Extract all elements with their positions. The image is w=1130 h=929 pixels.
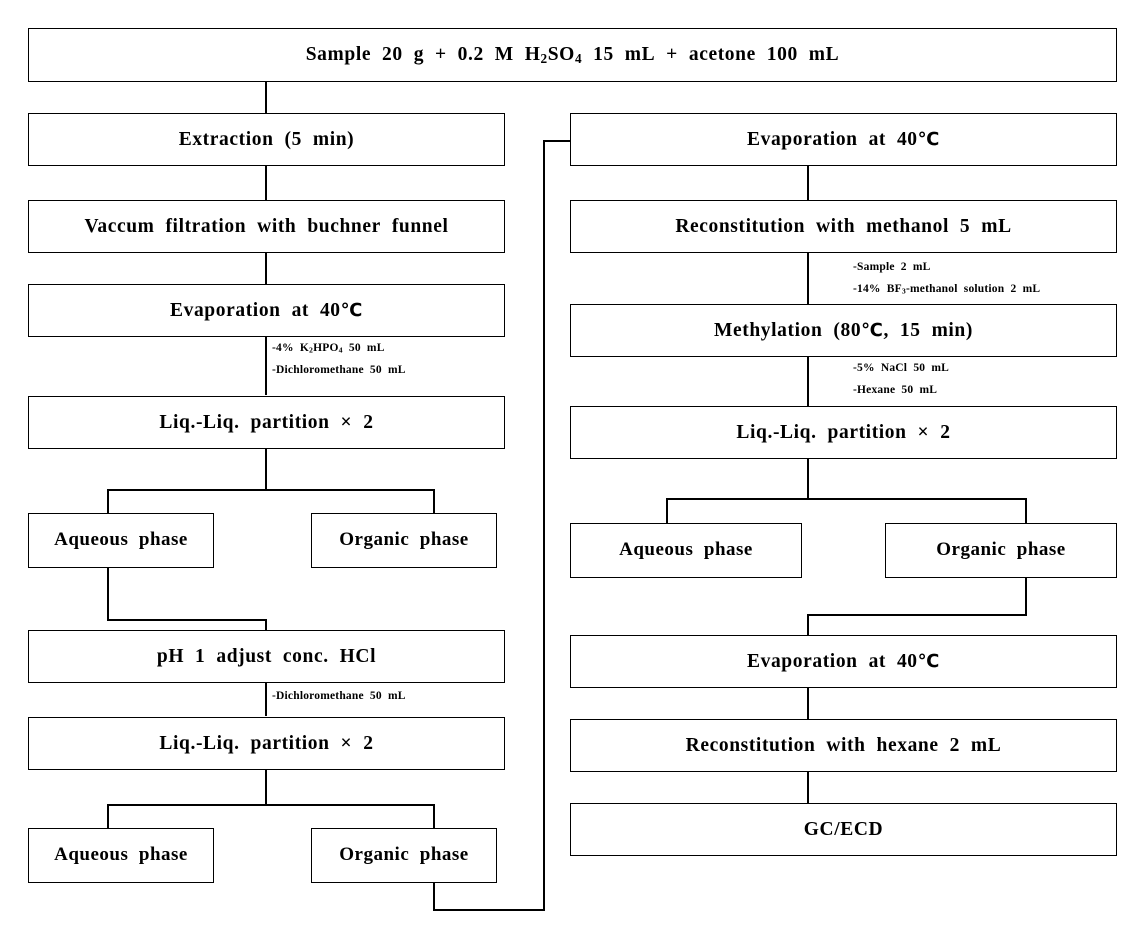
connector-recon-hexane-to-gcecd xyxy=(807,772,809,803)
box-liq-liq-partition-3-label: Liq.-Liq. partition × 2 xyxy=(736,421,951,443)
flowchart-canvas: Sample 20 g + 0.2 M H2SO4 15 mL + aceton… xyxy=(0,0,1130,929)
box-methylation: Methylation (80℃, 15 min) xyxy=(570,304,1117,357)
connector-partition3-split-bar xyxy=(666,498,1026,500)
connector-partition3-stem xyxy=(807,459,809,499)
box-ph-adjust: pH 1 adjust conc. HCl xyxy=(28,630,505,683)
connector-sample-to-extraction xyxy=(265,82,267,113)
note-k2hpo4-line1: -4% K2HPO4 50 mL xyxy=(272,342,385,355)
note-methylation-line2: -14% BF3-methanol solution 2 mL xyxy=(853,283,1041,296)
box-sample: Sample 20 g + 0.2 M H2SO4 15 mL + aceton… xyxy=(28,28,1117,82)
box-evaporation-right-2-label: Evaporation at 40℃ xyxy=(747,650,940,672)
connector-revap1-to-recon xyxy=(807,166,809,200)
connector-partition3-to-organic xyxy=(1025,498,1027,523)
connector-partition1-to-aqueous xyxy=(107,489,109,513)
box-aqueous-phase-2-label: Aqueous phase xyxy=(54,844,188,866)
box-evaporation-right-1: Evaporation at 40℃ xyxy=(570,113,1117,166)
box-reconstitution-hexane-label: Reconstitution with hexane 2 mL xyxy=(685,734,1002,756)
box-evaporation-right-2: Evaporation at 40℃ xyxy=(570,635,1117,688)
connector-methylation-to-partition3 xyxy=(807,357,809,406)
box-gc-ecd: GC/ECD xyxy=(570,803,1117,856)
box-reconstitution-methanol: Reconstitution with methanol 5 mL xyxy=(570,200,1117,253)
connector-aqueous1-down xyxy=(107,568,109,620)
connector-filtration-to-evaporation xyxy=(265,253,267,284)
box-ph-adjust-label: pH 1 adjust conc. HCl xyxy=(156,645,377,667)
connector-extraction-to-filtration xyxy=(265,166,267,200)
box-liq-liq-partition-2: Liq.-Liq. partition × 2 xyxy=(28,717,505,770)
connector-ph-to-partition2 xyxy=(265,683,267,716)
box-evaporation-left-label: Evaporation at 40℃ xyxy=(170,299,363,321)
box-evaporation-left: Evaporation at 40℃ xyxy=(28,284,505,337)
note-dichloromethane: -Dichloromethane 50 mL xyxy=(272,690,406,702)
box-organic-phase-2: Organic phase xyxy=(311,828,497,883)
note-k2hpo4-line2: -Dichloromethane 50 mL xyxy=(272,364,406,376)
connector-riser-to-right-column xyxy=(543,140,545,910)
box-gc-ecd-label: GC/ECD xyxy=(803,818,884,840)
box-extraction-label: Extraction (5 min) xyxy=(178,128,355,150)
connector-recon-to-methylation xyxy=(807,253,809,305)
connector-organic2-right xyxy=(433,909,545,911)
connector-to-evaporation-r2 xyxy=(807,614,809,635)
box-organic-phase-3-label: Organic phase xyxy=(936,539,1066,561)
note-methylation-line1: -Sample 2 mL xyxy=(853,261,931,273)
box-organic-phase-2-label: Organic phase xyxy=(339,844,469,866)
connector-partition1-to-organic xyxy=(433,489,435,513)
connector-partition2-split-bar xyxy=(107,804,434,806)
note-nacl-line2: -Hexane 50 mL xyxy=(853,384,938,396)
connector-partition2-stem xyxy=(265,770,267,805)
box-organic-phase-1-label: Organic phase xyxy=(339,529,469,551)
box-liq-liq-partition-3: Liq.-Liq. partition × 2 xyxy=(570,406,1117,459)
box-methylation-label: Methylation (80℃, 15 min) xyxy=(714,319,973,341)
box-aqueous-phase-1: Aqueous phase xyxy=(28,513,214,568)
box-aqueous-phase-1-label: Aqueous phase xyxy=(54,529,188,551)
box-liq-liq-partition-1-label: Liq.-Liq. partition × 2 xyxy=(159,411,374,433)
box-aqueous-phase-2: Aqueous phase xyxy=(28,828,214,883)
box-organic-phase-3: Organic phase xyxy=(885,523,1117,578)
box-vacuum-filtration: Vaccum filtration with buchner funnel xyxy=(28,200,505,253)
box-aqueous-phase-3: Aqueous phase xyxy=(570,523,802,578)
connector-evaporation-to-partition1 xyxy=(265,337,267,395)
connector-organic3-left xyxy=(807,614,1027,616)
connector-partition3-to-aqueous xyxy=(666,498,668,523)
connector-riser-into-evaporation xyxy=(543,140,571,142)
box-vacuum-filtration-label: Vaccum filtration with buchner funnel xyxy=(84,215,449,237)
connector-aqueous1-right xyxy=(107,619,267,621)
connector-partition1-stem xyxy=(265,449,267,489)
connector-organic2-down xyxy=(433,881,435,910)
connector-partition2-to-organic xyxy=(433,804,435,829)
note-nacl-line1: -5% NaCl 50 mL xyxy=(853,362,950,374)
connector-organic3-down xyxy=(1025,578,1027,615)
box-liq-liq-partition-1: Liq.-Liq. partition × 2 xyxy=(28,396,505,449)
connector-partition1-split-bar xyxy=(107,489,434,491)
connector-evap2-to-recon-hexane xyxy=(807,688,809,719)
box-evaporation-right-1-label: Evaporation at 40℃ xyxy=(747,128,940,150)
box-extraction: Extraction (5 min) xyxy=(28,113,505,166)
box-liq-liq-partition-2-label: Liq.-Liq. partition × 2 xyxy=(159,732,374,754)
box-aqueous-phase-3-label: Aqueous phase xyxy=(619,539,753,561)
box-sample-label: Sample 20 g + 0.2 M H2SO4 15 mL + aceton… xyxy=(305,43,840,66)
box-reconstitution-methanol-label: Reconstitution with methanol 5 mL xyxy=(675,215,1012,237)
box-organic-phase-1: Organic phase xyxy=(311,513,497,568)
box-reconstitution-hexane: Reconstitution with hexane 2 mL xyxy=(570,719,1117,772)
connector-partition2-to-aqueous xyxy=(107,804,109,829)
